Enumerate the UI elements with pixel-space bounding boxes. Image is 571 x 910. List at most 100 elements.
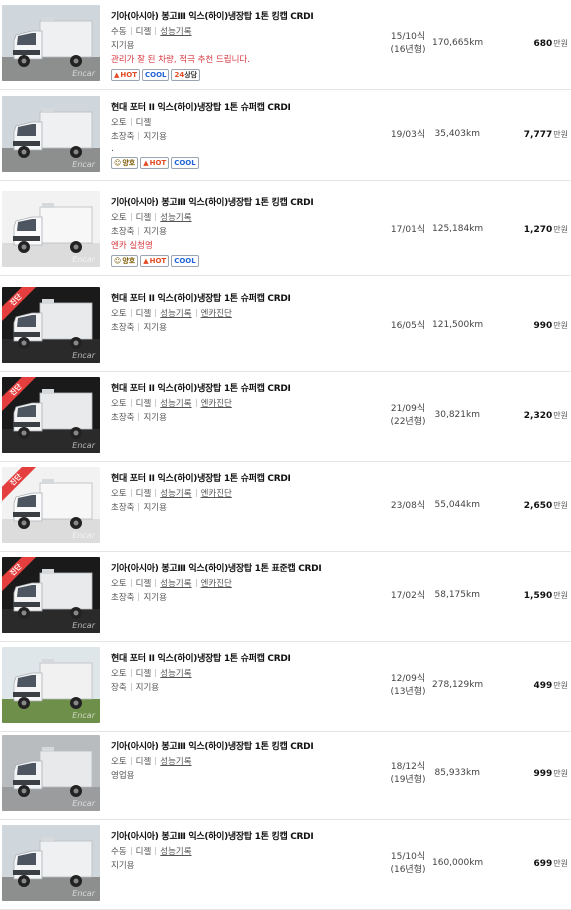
model-year: (19년형) xyxy=(390,775,426,785)
transmission: 오토 xyxy=(111,579,127,589)
divider xyxy=(130,757,132,765)
listing-title[interactable]: 현대 포터 II 익스(하이)냉장탑 1톤 슈퍼캡 CRDI xyxy=(111,651,376,664)
listing-title[interactable]: 기아(아시아) 봉고Ⅲ 익스(하이)냉장탑 1톤 킹캡 CRDI xyxy=(111,739,376,752)
mileage: 30,821km xyxy=(434,410,480,420)
listing-title[interactable]: 현대 포터 II 익스(하이)냉장탑 1톤 슈퍼캡 CRDI xyxy=(111,471,376,484)
performance-record-link[interactable]: 성능기록 xyxy=(160,399,191,409)
model-year: (13년형) xyxy=(390,687,426,697)
listing-row[interactable]: 진단 Encar 기아(아시아) 봉고Ⅲ 익스(하이)냉장탑 1톤 표준캡 CRDI… xyxy=(0,552,571,642)
transmission: 오토 xyxy=(111,309,127,319)
encar-diagnosis-link[interactable]: 엔카진단 xyxy=(201,399,232,409)
hot-badge: ▲HOT xyxy=(140,255,170,267)
listing-photo[interactable]: 진단 Encar xyxy=(2,287,100,363)
listing-row[interactable]: Encar 현대 포터 II 익스(하이)냉장탑 1톤 슈퍼캡 CRDI 오토 디젤 성… xyxy=(0,642,571,732)
registration-year: 15/10식 (16년형) xyxy=(385,851,431,877)
listing-row[interactable]: Encar 기아(아시아) 봉고Ⅲ 익스(하이)냉장탑 1톤 킹캡 CRDI 오토 디… xyxy=(0,186,571,276)
listing-row[interactable]: 진단 Encar 현대 포터 II 익스(하이)냉장탑 1톤 슈퍼캡 CRDI 오토 디… xyxy=(0,282,571,372)
divider xyxy=(130,399,132,407)
ribbon-label: 진단 xyxy=(2,557,41,595)
encar-diagnosis-link[interactable]: 엔카진단 xyxy=(201,489,232,499)
usage-label: 지기용 xyxy=(143,323,167,333)
price-unit: 만원 xyxy=(553,681,568,690)
performance-record-link[interactable]: 성능기록 xyxy=(160,309,191,319)
listing-title[interactable]: 현대 포터 II 익스(하이)냉장탑 1톤 슈퍼캡 CRDI xyxy=(111,291,376,304)
performance-record-link[interactable]: 성능기록 xyxy=(160,847,191,857)
divider xyxy=(130,669,132,677)
listing-photo[interactable]: 진단 Encar xyxy=(2,557,100,633)
performance-record-link[interactable]: 성능기록 xyxy=(160,579,191,589)
fuel-type: 디젤 xyxy=(135,579,152,589)
fuel-type: 디젤 xyxy=(135,399,152,409)
listing-photo[interactable]: Encar xyxy=(2,191,100,267)
price-value: 499 xyxy=(533,681,553,691)
watermark: Encar xyxy=(72,621,95,630)
listing-usage: 초장축 지기용 xyxy=(111,323,376,334)
listing-photo[interactable]: 진단 Encar xyxy=(2,467,100,543)
listing-title[interactable]: 현대 포터 II 익스(하이)냉장탑 1톤 슈퍼캡 CRDI xyxy=(111,381,376,394)
encar-diagnosis-link[interactable]: 엔카진단 xyxy=(201,309,232,319)
performance-record-link[interactable]: 성능기록 xyxy=(160,213,191,223)
registration-year: 15/10식 (16년형) xyxy=(385,31,431,57)
divider xyxy=(138,503,140,511)
price-unit: 만원 xyxy=(553,225,568,234)
performance-record-link[interactable]: 성능기록 xyxy=(160,489,191,499)
listing-row[interactable]: 진단 Encar 현대 포터 II 익스(하이)냉장탑 1톤 슈퍼캡 CRDI 오토 디… xyxy=(0,372,571,462)
price-unit: 만원 xyxy=(553,39,568,48)
watermark: Encar xyxy=(72,69,95,78)
divider xyxy=(130,579,132,587)
fire-icon: ▲ xyxy=(143,159,149,167)
divider xyxy=(155,669,157,677)
price-unit: 만원 xyxy=(553,501,568,510)
performance-record-link[interactable]: 성능기록 xyxy=(160,757,191,767)
listing-row[interactable]: 진단 Encar 현대 포터 II 익스(하이)냉장탑 1톤 슈퍼캡 CRDI 오토 디… xyxy=(0,462,571,552)
listing-usage: 영업용 xyxy=(111,771,376,782)
listing-photo[interactable]: Encar xyxy=(2,647,100,723)
usage-label: 초장축 xyxy=(111,503,135,513)
listing-usage: 초장축 지기용 xyxy=(111,132,376,143)
price: 1,270만원 xyxy=(500,224,568,235)
listing-title[interactable]: 기아(아시아) 봉고Ⅲ 익스(하이)냉장탑 1톤 표준캡 CRDI xyxy=(111,561,376,574)
divider xyxy=(138,132,140,140)
price: 999만원 xyxy=(500,768,568,779)
listing-photo[interactable]: Encar xyxy=(2,96,100,172)
listing-photo[interactable]: Encar xyxy=(2,825,100,901)
model-year: (22년형) xyxy=(390,417,426,427)
registration-year: 21/09식 (22년형) xyxy=(385,403,431,429)
listing-title[interactable]: 기아(아시아) 봉고Ⅲ 익스(하이)냉장탑 1톤 킹캡 CRDI xyxy=(111,9,376,22)
divider xyxy=(195,309,197,317)
listing-title[interactable]: 기아(아시아) 봉고Ⅲ 익스(하이)냉장탑 1톤 킹캡 CRDI xyxy=(111,829,376,842)
listing-photo[interactable]: 진단 Encar xyxy=(2,377,100,453)
listing-list: Encar 기아(아시아) 봉고Ⅲ 익스(하이)냉장탑 1톤 킹캡 CRDI 수동 디… xyxy=(0,0,571,910)
usage-label: 지기용 xyxy=(143,132,167,142)
price: 990만원 xyxy=(500,320,568,331)
listing-info: 현대 포터 II 익스(하이)냉장탑 1톤 슈퍼캡 CRDI 오토 디젤 성능기록 엔카… xyxy=(111,471,376,514)
listing-photo[interactable]: Encar xyxy=(2,5,100,81)
price-unit: 만원 xyxy=(553,859,568,868)
performance-record-link[interactable]: 성능기록 xyxy=(160,27,191,37)
listing-photo[interactable]: Encar xyxy=(2,735,100,811)
listing-row[interactable]: Encar 기아(아시아) 봉고Ⅲ 익스(하이)냉장탑 1톤 킹캡 CRDI 수동 디… xyxy=(0,0,571,90)
watermark: Encar xyxy=(72,441,95,450)
transmission: 오토 xyxy=(111,669,127,679)
usage-label: 지기용 xyxy=(135,683,160,693)
encar-diagnosis-link[interactable]: 엔카진단 xyxy=(201,579,232,589)
year-month: 17/01식 xyxy=(390,225,426,235)
listing-title[interactable]: 기아(아시아) 봉고Ⅲ 익스(하이)냉장탑 1톤 킹캡 CRDI xyxy=(111,195,376,208)
listing-usage: 초장축 지기용 xyxy=(111,227,376,238)
listing-title[interactable]: 현대 포터 II 익스(하이)냉장탑 1톤 슈퍼캡 CRDI xyxy=(111,100,376,113)
listing-specs: 수동 디젤 성능기록 xyxy=(111,26,376,38)
divider xyxy=(195,489,197,497)
listing-usage: 장축 지기용 xyxy=(111,683,376,694)
transmission: 수동 xyxy=(111,847,127,857)
performance-record-link[interactable]: 성능기록 xyxy=(160,669,191,679)
listing-info: 기아(아시아) 봉고Ⅲ 익스(하이)냉장탑 1톤 킹캡 CRDI 수동 디젤 성능기록… xyxy=(111,829,376,872)
listing-row[interactable]: Encar 기아(아시아) 봉고Ⅲ 익스(하이)냉장탑 1톤 킹캡 CRDI 오토 디… xyxy=(0,730,571,820)
usage-label: 지기용 xyxy=(111,861,135,871)
listing-row[interactable]: Encar 기아(아시아) 봉고Ⅲ 익스(하이)냉장탑 1톤 킹캡 CRDI 수동 디… xyxy=(0,820,571,910)
listing-row[interactable]: Encar 현대 포터 II 익스(하이)냉장탑 1톤 슈퍼캡 CRDI 오토 디젤 초… xyxy=(0,91,571,181)
listing-note: 엔카 실청영 xyxy=(111,241,153,251)
fuel-type: 디젤 xyxy=(135,213,152,223)
listing-specs: 오토 디젤 성능기록 엔카진단 xyxy=(111,308,376,320)
fuel-type: 디젤 xyxy=(135,118,152,128)
condition-badge: ☺양호 xyxy=(111,157,139,169)
